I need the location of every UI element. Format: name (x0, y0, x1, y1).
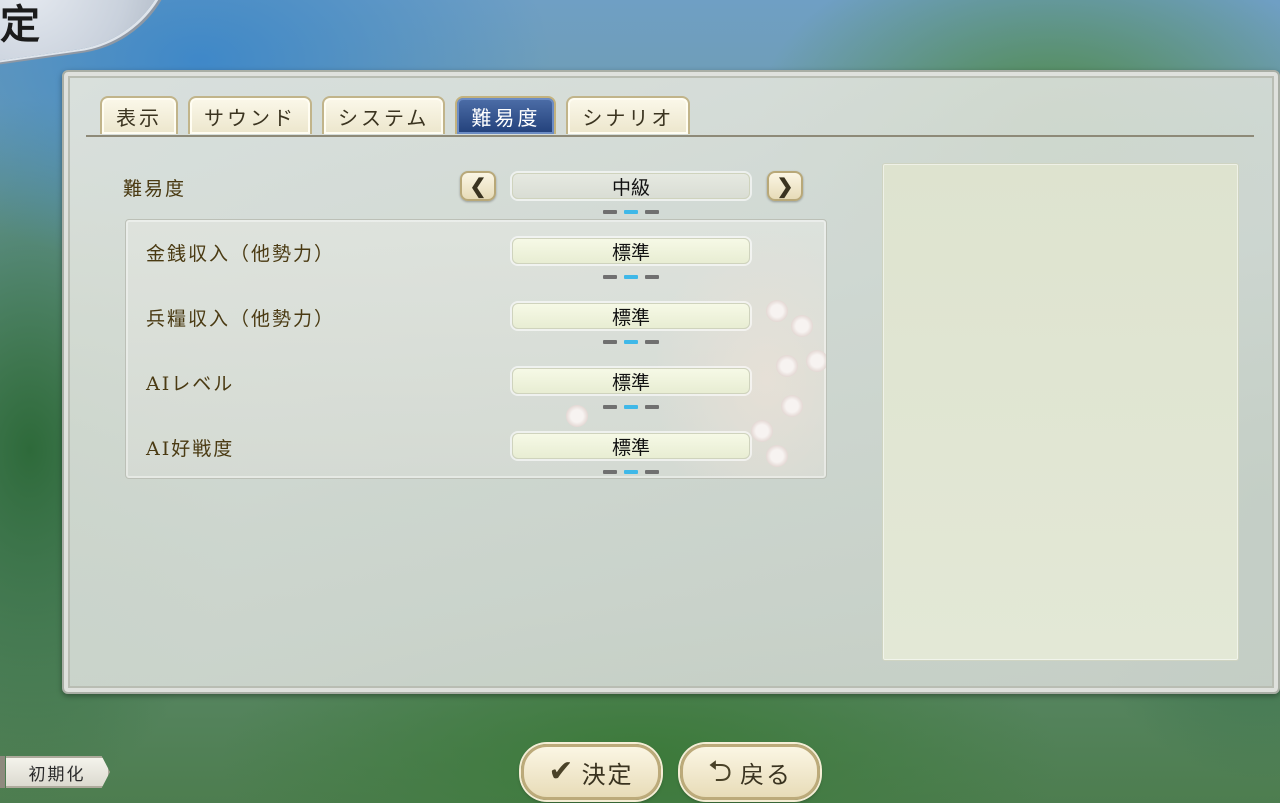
difficulty-prev-button[interactable]: ❮ (460, 171, 496, 201)
confirm-button-label: 決定 (581, 760, 634, 789)
tab-difficulty[interactable]: 難易度 (455, 96, 557, 134)
difficulty-label: 難易度 (123, 178, 187, 200)
difficulty-next-button[interactable]: ❯ (767, 171, 803, 201)
blossom-decoration (781, 395, 803, 417)
setting-value-money[interactable]: 標準 (512, 238, 750, 264)
blossom-decoration (806, 350, 826, 372)
indicator-segment (645, 405, 659, 409)
indicator-segment (603, 275, 617, 279)
back-button-label: 戻る (740, 760, 793, 789)
indicator-segment (603, 340, 617, 344)
indicator-segment (624, 405, 638, 409)
blossom-decoration (776, 355, 798, 377)
chevron-left-icon: ❮ (469, 174, 487, 198)
difficulty-value: 中級 (512, 173, 750, 199)
setting-label-provisions: 兵糧収入（他勢力） (146, 308, 336, 330)
blossom-decoration (766, 300, 788, 322)
setting-label-ai-level: AIレベル (146, 373, 235, 395)
setting-label-money: 金銭収入（他勢力） (146, 243, 336, 265)
check-icon: ✔ (548, 754, 576, 789)
return-arrow-icon: ⮌ (707, 754, 735, 789)
indicator-segment (603, 210, 617, 214)
blossom-decoration (566, 405, 588, 427)
tab-scenario[interactable]: シナリオ (566, 96, 691, 134)
chevron-right-icon: ❯ (776, 174, 794, 198)
indicator-segment (645, 340, 659, 344)
indicator-segment (624, 470, 638, 474)
tab-system[interactable]: システム (322, 96, 446, 134)
tab-display[interactable]: 表示 (100, 96, 178, 134)
blossom-decoration (751, 420, 773, 442)
blossom-decoration (766, 445, 788, 467)
setting-value-provisions[interactable]: 標準 (512, 303, 750, 329)
confirm-button[interactable]: ✔ 決定 (521, 744, 661, 800)
setting-indicator-ai-level (603, 405, 659, 409)
screen-title-fragment: 定 (0, 1, 40, 48)
indicator-segment (645, 275, 659, 279)
setting-value-ai-level[interactable]: 標準 (512, 368, 750, 394)
setting-label-ai-aggression: AI好戦度 (146, 438, 235, 460)
indicator-segment (624, 210, 638, 214)
reset-button-edge (0, 756, 5, 788)
description-preview-box (882, 163, 1239, 661)
difficulty-indicator (603, 210, 659, 214)
indicator-segment (603, 405, 617, 409)
setting-indicator-money (603, 275, 659, 279)
indicator-segment (645, 470, 659, 474)
indicator-segment (624, 275, 638, 279)
tab-bar: 表示 サウンド システム 難易度 シナリオ (100, 96, 691, 136)
indicator-segment (603, 470, 617, 474)
tab-divider (86, 135, 1254, 137)
tab-sound[interactable]: サウンド (188, 96, 312, 134)
blossom-decoration (791, 315, 813, 337)
setting-indicator-ai-aggression (603, 470, 659, 474)
indicator-segment (645, 210, 659, 214)
setting-indicator-provisions (603, 340, 659, 344)
reset-button[interactable]: 初期化 (6, 756, 110, 788)
indicator-segment (624, 340, 638, 344)
back-button[interactable]: ⮌ 戻る (680, 744, 820, 800)
setting-value-ai-aggression[interactable]: 標準 (512, 433, 750, 459)
